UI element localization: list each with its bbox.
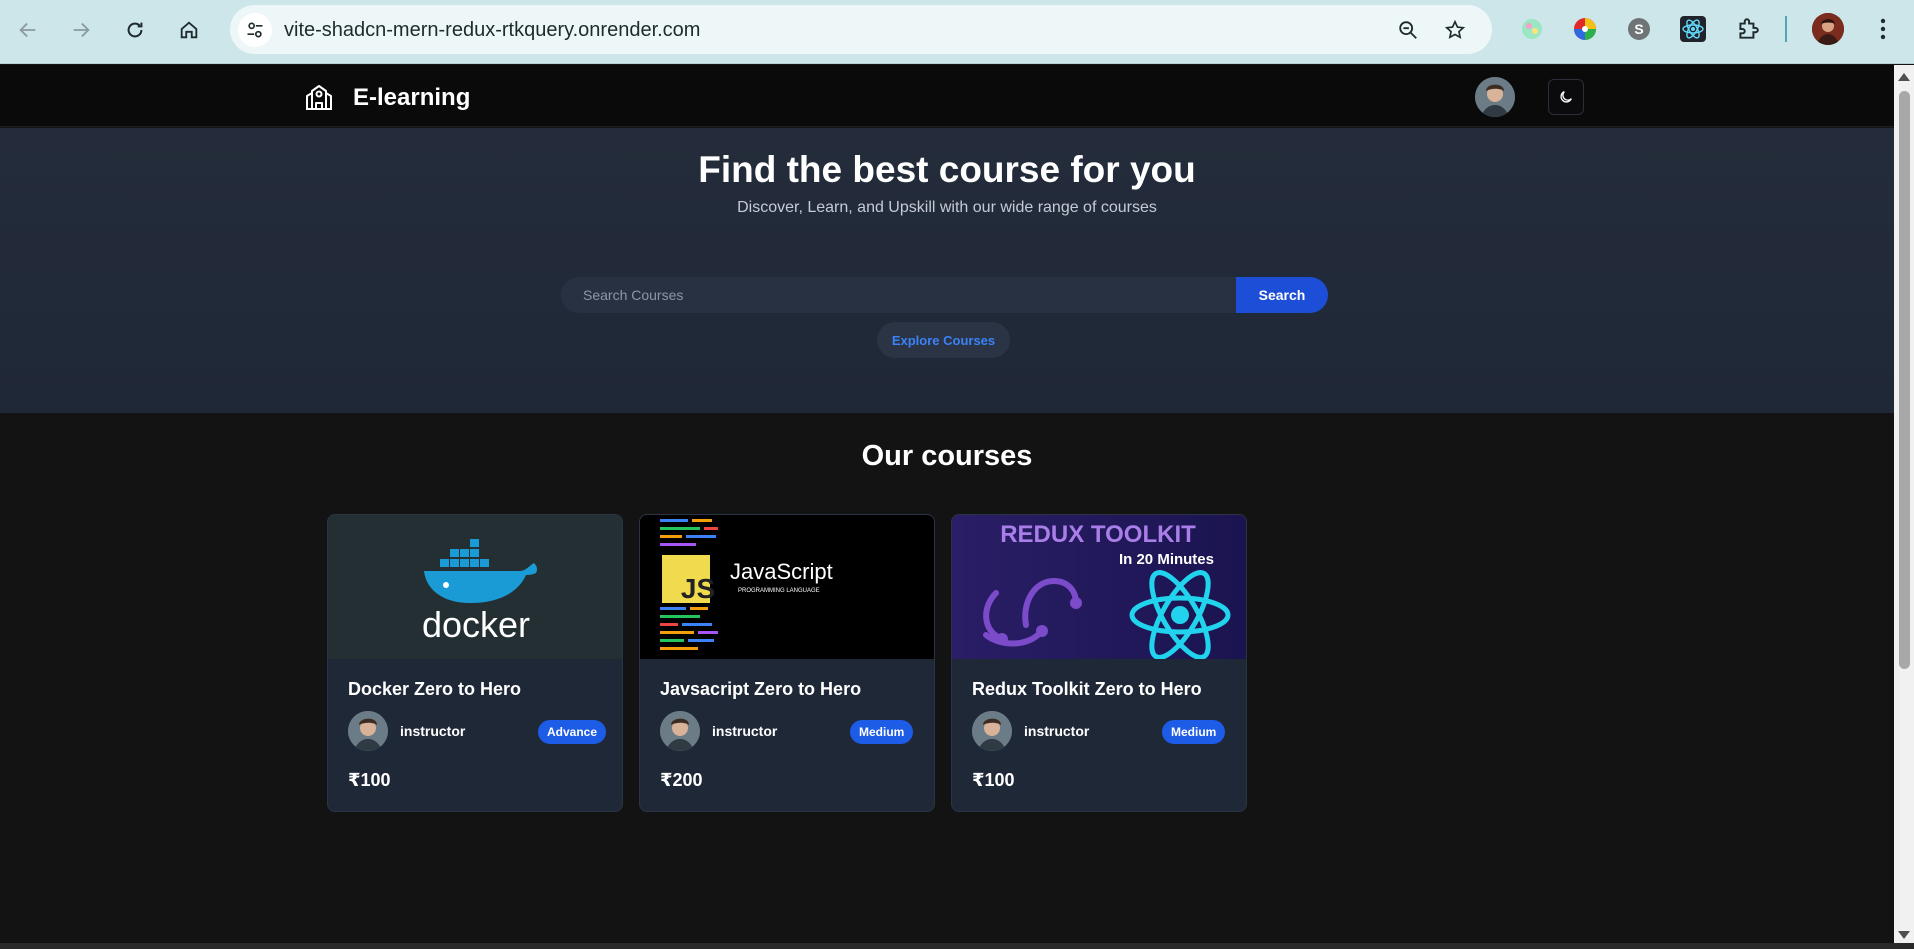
puzzle-extensions-icon[interactable] bbox=[1733, 14, 1763, 44]
hero-title: Find the best course for you bbox=[698, 149, 1196, 190]
svg-text:JS: JS bbox=[681, 573, 715, 604]
page-scrollbar[interactable] bbox=[1894, 65, 1914, 943]
arrow-right-icon bbox=[73, 22, 90, 38]
reload-icon bbox=[127, 22, 143, 38]
react-devtools-icon[interactable] bbox=[1678, 14, 1708, 44]
svg-text:PROGRAMMING LANGUAGE: PROGRAMMING LANGUAGE bbox=[738, 588, 820, 594]
moon-icon bbox=[1560, 91, 1572, 103]
course-title[interactable]: Javsacript Zero to Hero bbox=[660, 679, 861, 700]
profile-avatar[interactable] bbox=[1812, 13, 1844, 45]
page-viewport: E-learning Find the best course for you … bbox=[0, 65, 1894, 943]
docker-logo: docker bbox=[422, 539, 538, 645]
course-title[interactable]: Docker Zero to Hero bbox=[348, 679, 521, 700]
reload-button[interactable] bbox=[117, 12, 153, 48]
browser-toolbar: vite-shadcn-mern-redux-rtkquery.onrender… bbox=[0, 0, 1914, 64]
course-title[interactable]: Redux Toolkit Zero to Hero bbox=[972, 679, 1202, 700]
svg-text:In 20 Minutes: In 20 Minutes bbox=[1119, 551, 1214, 568]
svg-text:JavaScript: JavaScript bbox=[730, 559, 833, 584]
tune-icon bbox=[247, 22, 263, 38]
home-icon bbox=[180, 21, 198, 39]
svg-text:S: S bbox=[1634, 21, 1643, 37]
svg-text:docker: docker bbox=[422, 604, 530, 645]
instructor-name: instructor bbox=[712, 723, 778, 739]
instructor-avatar bbox=[348, 711, 388, 751]
app-header: E-learning bbox=[0, 65, 1894, 127]
course-price: ₹200 bbox=[660, 770, 703, 790]
more-menu-icon[interactable] bbox=[1868, 14, 1898, 44]
scrollbar-thumb[interactable] bbox=[1899, 91, 1910, 669]
instructor-avatar bbox=[660, 711, 700, 751]
school-icon[interactable] bbox=[304, 82, 334, 112]
zoom-icon[interactable] bbox=[1395, 17, 1421, 43]
course-card[interactable]: REDUX TOOLKIT In 20 Minutes Redux Toolki… bbox=[951, 514, 1247, 812]
course-price: ₹100 bbox=[348, 770, 391, 790]
javascript-logo: JS JavaScript PROGRAMMING LANGUAGE bbox=[660, 519, 833, 650]
redux-react-logo: REDUX TOOLKIT In 20 Minutes bbox=[983, 521, 1231, 659]
search-button[interactable]: Search bbox=[1236, 277, 1328, 313]
extension-color-icon[interactable] bbox=[1517, 14, 1547, 44]
extension-s-icon[interactable]: S bbox=[1624, 14, 1654, 44]
search-input[interactable] bbox=[561, 277, 1238, 313]
toolbar-divider bbox=[1785, 16, 1787, 42]
course-price: ₹100 bbox=[972, 770, 1015, 790]
brand-name[interactable]: E-learning bbox=[353, 84, 470, 112]
instructor-name: instructor bbox=[1024, 723, 1090, 739]
url-text[interactable]: vite-shadcn-mern-redux-rtkquery.onrender… bbox=[284, 19, 700, 42]
color-wheel-icon[interactable] bbox=[1570, 14, 1600, 44]
course-card[interactable]: docker Docker Zero to Hero instructor Ad… bbox=[327, 514, 623, 812]
level-badge: Advance bbox=[538, 720, 607, 744]
course-card[interactable]: JS JavaScript PROGRAMMING LANGUAGE Javsa… bbox=[639, 514, 935, 812]
instructor-avatar bbox=[972, 711, 1012, 751]
level-badge: Medium bbox=[850, 720, 914, 744]
back-button[interactable] bbox=[10, 12, 46, 48]
level-badge: Medium bbox=[1162, 720, 1226, 744]
user-avatar[interactable] bbox=[1475, 77, 1515, 117]
explore-courses-button[interactable]: Explore Courses bbox=[877, 322, 1010, 358]
site-info-button[interactable] bbox=[238, 13, 272, 47]
bookmark-star-icon[interactable] bbox=[1442, 17, 1468, 43]
arrow-left-icon bbox=[19, 22, 36, 38]
svg-text:REDUX TOOLKIT: REDUX TOOLKIT bbox=[1000, 521, 1196, 548]
window-bottom-edge bbox=[0, 943, 1914, 949]
home-button[interactable] bbox=[171, 12, 207, 48]
course-thumbnail: REDUX TOOLKIT In 20 Minutes bbox=[952, 515, 1246, 659]
section-title: Our courses bbox=[861, 440, 1033, 472]
hero-subtitle: Discover, Learn, and Upskill with our wi… bbox=[737, 199, 1157, 216]
scroll-up-arrow[interactable] bbox=[1898, 73, 1910, 81]
address-bar[interactable]: vite-shadcn-mern-redux-rtkquery.onrender… bbox=[230, 5, 1492, 54]
forward-button[interactable] bbox=[63, 12, 99, 48]
scroll-down-arrow[interactable] bbox=[1898, 931, 1910, 939]
search-form: Search bbox=[561, 277, 1328, 313]
theme-toggle-button[interactable] bbox=[1548, 79, 1584, 115]
course-thumbnail: docker bbox=[328, 515, 622, 659]
instructor-name: instructor bbox=[400, 723, 466, 739]
hero-section: Find the best course for you Discover, L… bbox=[0, 128, 1894, 413]
course-thumbnail: JS JavaScript PROGRAMMING LANGUAGE bbox=[640, 515, 934, 659]
